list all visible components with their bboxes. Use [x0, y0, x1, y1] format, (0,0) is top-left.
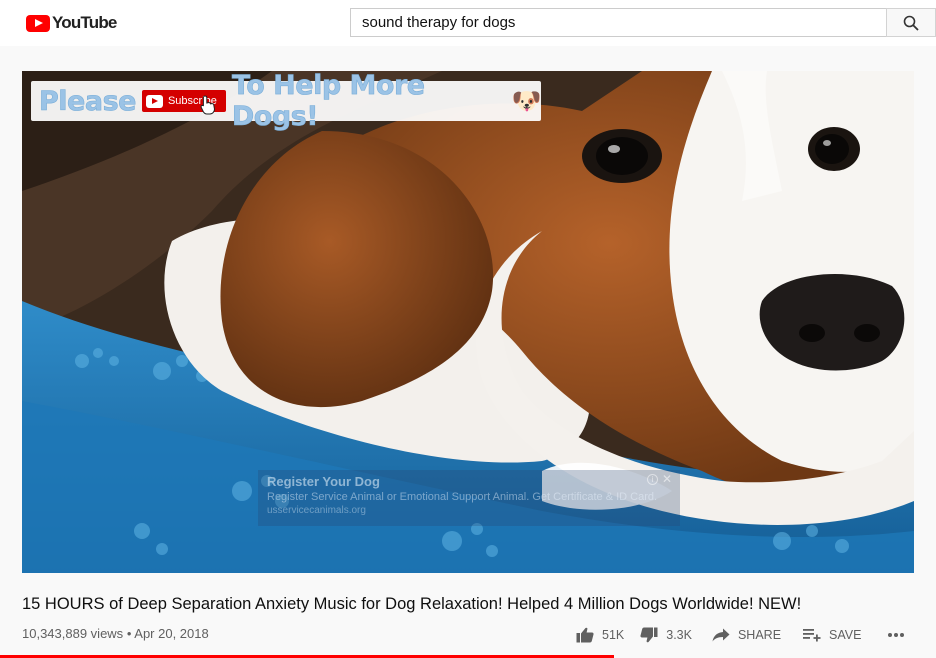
search-icon [903, 15, 919, 31]
masthead: YouTube sound therapy for dogs [0, 0, 936, 46]
share-button[interactable]: SHARE [712, 628, 781, 642]
youtube-logo[interactable]: YouTube [26, 13, 117, 33]
logo-text: YouTube [52, 13, 117, 32]
dislike-button[interactable]: 3.3K [640, 627, 692, 643]
publish-date: Apr 20, 2018 [134, 626, 209, 641]
more-actions-button[interactable] [887, 632, 913, 638]
dog-face-icon: 🐶 [511, 87, 542, 115]
video-meta: 10,343,889 views • Apr 20, 2018 [22, 626, 209, 641]
thumbs-down-icon [640, 627, 658, 643]
more-horiz-icon [888, 633, 905, 637]
ad-description: Register Service Animal or Emotional Sup… [267, 491, 658, 503]
overlay-text-help: To Help More Dogs! [231, 71, 426, 132]
thumbs-up-icon [576, 627, 594, 643]
hand-cursor-icon [200, 95, 215, 115]
save-button[interactable]: SAVE [803, 628, 861, 642]
like-count: 51K [602, 628, 625, 642]
youtube-play-icon [145, 94, 163, 108]
meta-separator: • [126, 626, 132, 641]
share-label: SHARE [737, 628, 782, 642]
video-actions: 51K 3.3K SHARE SAVE [576, 624, 913, 646]
search-input[interactable]: sound therapy for dogs [350, 8, 887, 37]
subscribe-overlay-banner: Please Subscribe To Help More Dogs! 🐶 [31, 71, 542, 132]
dislike-count: 3.3K [666, 628, 692, 642]
playlist-add-icon [803, 629, 821, 642]
video-player[interactable]: Please Subscribe To Help More Dogs! 🐶 Re… [22, 71, 914, 573]
overlay-ad[interactable]: Register Your Dog Register Service Anima… [258, 470, 680, 526]
view-count: 10,343,889 views [22, 626, 124, 641]
share-icon [712, 628, 730, 642]
info-icon[interactable]: i [647, 474, 658, 485]
like-button[interactable]: 51K [576, 627, 624, 643]
youtube-play-icon [26, 14, 50, 32]
overlay-text-please: Please [39, 85, 137, 117]
save-label: SAVE [829, 628, 862, 642]
ad-title: Register Your Dog [267, 474, 380, 489]
video-title: 15 HOURS of Deep Separation Anxiety Musi… [22, 595, 802, 613]
close-icon[interactable]: ✕ [662, 472, 672, 486]
overlay-subscribe-button[interactable]: Subscribe [141, 90, 226, 115]
ad-url: usservicecanimals.org [267, 505, 366, 516]
search-button[interactable] [886, 8, 936, 37]
